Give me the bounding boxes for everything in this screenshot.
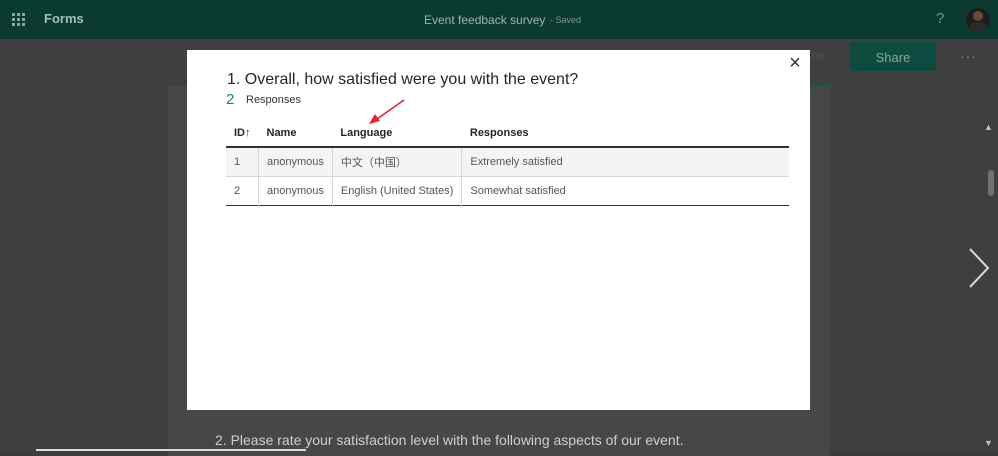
cell-id: 2 xyxy=(226,176,259,206)
cell-name: anonymous xyxy=(258,147,333,177)
scroll-down-icon[interactable]: ▼ xyxy=(984,438,993,448)
cell-id: 1 xyxy=(226,147,259,177)
cell-response: Extremely satisfied xyxy=(470,156,563,168)
column-header-id[interactable]: ID↑ xyxy=(226,120,259,147)
next-arrow-icon[interactable] xyxy=(962,245,998,291)
cell-response: Somewhat satisfied xyxy=(470,185,566,197)
scrollbar-thumb[interactable] xyxy=(988,170,994,196)
top-bar: Forms Event feedback survey - Saved ? xyxy=(0,0,998,39)
column-header-name[interactable]: Name xyxy=(259,120,333,147)
close-icon[interactable]: × xyxy=(788,53,802,73)
column-header-language[interactable]: Language xyxy=(332,120,462,147)
app-launcher-icon[interactable] xyxy=(12,13,25,26)
scroll-up-icon[interactable]: ▲ xyxy=(984,122,993,132)
column-header-responses[interactable]: Responses xyxy=(462,120,789,147)
share-button[interactable]: Share xyxy=(850,42,936,71)
table-row: 2 anonymous English (United States) Some… xyxy=(226,176,789,206)
tab-label[interactable]: ne xyxy=(812,50,824,62)
question-2-title: 2. Please rate your satisfaction level w… xyxy=(215,432,684,448)
responses-table: ID↑ Name Language Responses 1 anonymous … xyxy=(226,120,789,206)
cell-language: English (United States) xyxy=(332,176,463,206)
question-title: 1. Overall, how satisfied were you with … xyxy=(227,71,579,88)
sort-ascending-icon[interactable]: ↑ xyxy=(245,127,251,139)
save-status: - Saved xyxy=(550,15,582,25)
avatar[interactable] xyxy=(966,8,990,32)
response-count-label: Responses xyxy=(246,94,302,106)
app-name[interactable]: Forms xyxy=(44,11,84,26)
table-row: 1 anonymous 中文（中国） Extremely satisfied xyxy=(226,147,789,177)
response-count: 2 xyxy=(226,91,235,108)
document-title: Event feedback survey xyxy=(424,13,546,27)
more-options-button[interactable]: ··· xyxy=(960,48,977,64)
cell-name: anonymous xyxy=(258,176,333,206)
responses-dialog: × 1. Overall, how satisfied were you wit… xyxy=(187,50,810,410)
help-icon[interactable]: ? xyxy=(936,10,944,27)
cell-language: 中文（中国） xyxy=(332,147,463,177)
